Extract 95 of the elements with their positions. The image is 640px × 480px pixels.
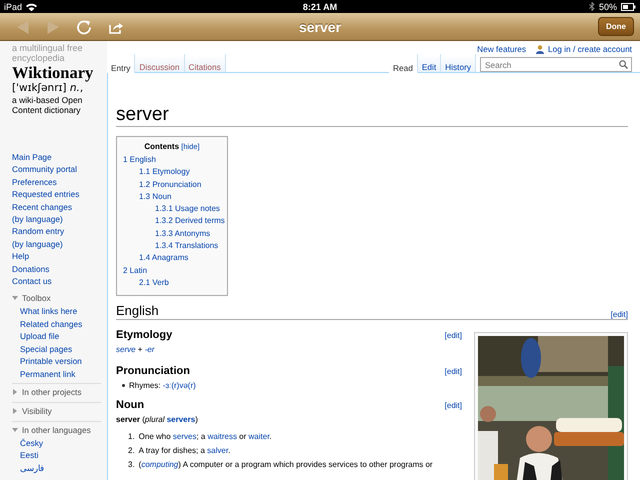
sidebar-link[interactable]: Requested entries <box>12 188 107 201</box>
sidebar-link[interactable]: Special pages <box>20 342 101 356</box>
list-number: 1. <box>128 431 135 444</box>
tab[interactable]: History <box>441 54 476 72</box>
portlet-toggle[interactable]: Visibility <box>12 404 101 418</box>
sidebar-link[interactable]: (by language) <box>12 238 107 250</box>
list-number: 2. <box>128 445 135 458</box>
tab[interactable]: Edit <box>418 54 442 72</box>
clock: 8:21 AM <box>302 2 338 12</box>
reload-icon[interactable] <box>76 18 92 34</box>
portlet-title: In other languages <box>22 424 91 435</box>
search-field[interactable]: Search <box>480 57 632 72</box>
toc-link[interactable]: 1.3 Noun <box>139 190 172 204</box>
link[interactable]: computing <box>141 460 178 470</box>
user-icon <box>536 44 544 54</box>
page-title: server <box>298 18 342 34</box>
tab[interactable]: Citations <box>184 54 226 72</box>
toc-link[interactable]: 1.3.2 Derived terms <box>155 215 225 228</box>
search-icon[interactable] <box>619 60 628 69</box>
list-item: Rhymes: -ɜː(r)və(r) <box>129 381 196 390</box>
sidebar-link[interactable]: Contact us <box>12 275 107 288</box>
personal-link[interactable]: Log in / create account <box>548 44 632 54</box>
link[interactable]: waitress <box>208 432 237 442</box>
tab[interactable]: Discussion <box>135 54 184 72</box>
logo-pronunciation: ['wɪkʃənrɪ] n., <box>12 82 84 95</box>
link[interactable]: -ɜː(r)və(r) <box>162 381 196 390</box>
logo-description: a wiki-based Open <box>12 95 84 105</box>
toc-link[interactable]: 1.4 Anagrams <box>139 252 188 265</box>
sidebar-link[interactable]: Recent changes <box>12 200 107 214</box>
tab[interactable]: Read <box>389 54 418 73</box>
sidebar-link[interactable]: Eesti <box>20 449 101 462</box>
sidebar-link[interactable]: فارسی <box>20 462 101 474</box>
toc-link[interactable]: 1.3.4 Translations <box>155 240 218 252</box>
sidebar-link[interactable]: Upload file <box>20 330 101 343</box>
sidebar-link[interactable]: Random entry <box>12 225 107 238</box>
toc-link[interactable]: 1.3.1 Usage notes <box>155 203 220 216</box>
sidebar-link[interactable]: Česky <box>20 436 101 450</box>
done-button[interactable]: Done <box>598 17 634 36</box>
toc-link[interactable]: 1.3.3 Antonyms <box>155 228 210 240</box>
portlet-toggle[interactable]: In other projects <box>12 386 101 399</box>
list-item: (computing) A computer or a program which provides services to other programs or <box>138 459 433 472</box>
device-name: iPad <box>4 2 22 12</box>
portlet-title: Visibility <box>22 406 52 416</box>
section-heading: English <box>116 302 159 320</box>
edit-link[interactable]: [edit] <box>610 310 628 320</box>
edit-link[interactable]: [edit] <box>444 331 462 340</box>
toc-link[interactable]: 1.1 Etymology <box>139 166 190 179</box>
link[interactable]: serve <box>116 345 136 354</box>
link[interactable]: servers <box>166 415 196 424</box>
toc-link[interactable]: 1 English <box>123 154 156 166</box>
logo-description: Content dictionary <box>12 105 82 115</box>
bullet-icon <box>122 384 125 388</box>
sidebar-link[interactable]: Donations <box>12 262 107 276</box>
logo[interactable]: a multilingual free encyclopedia Wiktionary ['wɪkʃənrɪ] n., a wiki-based Open Content dictionary <box>12 41 107 145</box>
sidebar-link[interactable]: What links here <box>20 305 101 318</box>
sidebar-link[interactable]: Preferences <box>12 176 107 188</box>
paragraph: server (plural servers) <box>116 414 199 426</box>
portlet-title: In other projects <box>22 386 82 397</box>
battery-percent: 50% <box>598 2 617 12</box>
toc-link[interactable]: 2.1 Verb <box>139 276 169 290</box>
page-heading: server <box>116 104 628 127</box>
portlet-toggle[interactable]: Toolbox <box>12 292 101 306</box>
list-item: One who serves; a waitress or waiter. <box>138 431 272 444</box>
sidebar-link[interactable]: Permanent link <box>20 368 101 380</box>
toc-link[interactable]: 2 Latin <box>123 264 148 277</box>
wifi-icon <box>26 2 38 10</box>
sidebar-link[interactable]: Related changes <box>20 318 101 330</box>
sidebar-link[interactable]: Main Page <box>12 151 107 164</box>
subsection-heading: Noun <box>116 399 144 412</box>
list-number: 3. <box>128 459 135 472</box>
sidebar-link[interactable]: Printable version <box>20 355 101 368</box>
bluetooth-icon <box>588 2 595 11</box>
link[interactable]: -er <box>144 345 154 354</box>
sidebar-link[interactable]: Community portal <box>12 163 107 176</box>
link[interactable]: waiter <box>248 432 270 442</box>
link[interactable]: serves <box>172 432 196 442</box>
personal-link[interactable]: New features <box>477 44 526 54</box>
portlet-title: Toolbox <box>22 293 51 304</box>
battery-icon <box>621 2 636 10</box>
sidebar-link[interactable]: Help <box>12 250 107 263</box>
subsection-heading: Pronunciation <box>116 365 190 378</box>
toc-link[interactable]: 1.2 Pronunciation <box>139 178 202 191</box>
logo-name: Wiktionary <box>12 63 94 82</box>
sidebar-link[interactable]: (by language) <box>12 213 107 226</box>
logo-tagline: a multilingual free <box>12 43 84 53</box>
edit-link[interactable]: [edit] <box>444 401 462 410</box>
portlet-toggle[interactable]: In other languages <box>12 424 101 437</box>
paragraph: serve + -er <box>116 344 156 356</box>
link[interactable]: salver <box>207 446 228 456</box>
edit-link[interactable]: [edit] <box>444 367 462 376</box>
tab[interactable]: Entry <box>107 54 136 73</box>
toc-title: Contents <box>144 142 180 151</box>
logo-tagline: encyclopedia <box>12 53 66 63</box>
subsection-heading: Etymology <box>116 329 172 342</box>
list-item: A tray for dishes; a salver. <box>138 445 230 458</box>
